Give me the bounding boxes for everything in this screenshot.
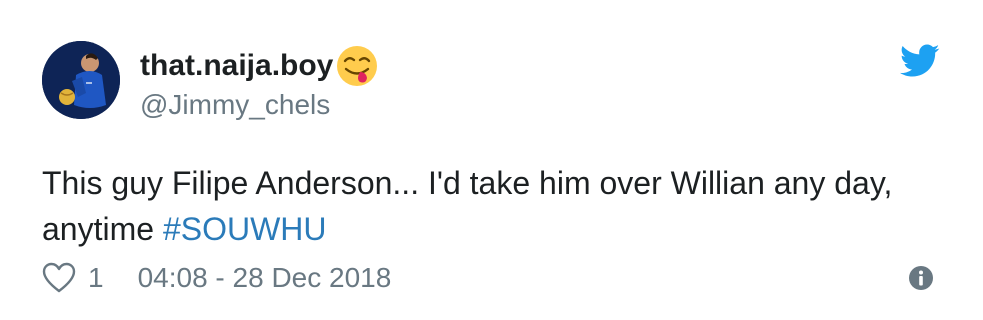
avatar[interactable]: [42, 41, 120, 119]
face-savoring-food-emoji-icon: [335, 44, 379, 88]
like-count: 1: [88, 262, 104, 293]
avatar-photo: [42, 41, 120, 119]
tweet-timestamp[interactable]: 04:08 - 28 Dec 2018: [138, 262, 392, 294]
tweet-text: This guy Filipe Anderson... I'd take him…: [42, 160, 942, 252]
display-name-text: that.naija.boy: [140, 49, 334, 82]
embedded-tweet: that.naija.boy @Jimmy_chels This guy Fil…: [0, 0, 983, 320]
heart-icon[interactable]: [42, 262, 76, 294]
info-icon[interactable]: [907, 264, 935, 292]
author-display-name[interactable]: that.naija.boy: [140, 44, 379, 88]
twitter-bird-icon[interactable]: [900, 44, 940, 78]
hashtag-link[interactable]: #SOUWHU: [163, 211, 327, 247]
tweet-footer: 1 04:08 - 28 Dec 2018: [42, 260, 391, 296]
author-handle[interactable]: @Jimmy_chels: [140, 89, 330, 121]
